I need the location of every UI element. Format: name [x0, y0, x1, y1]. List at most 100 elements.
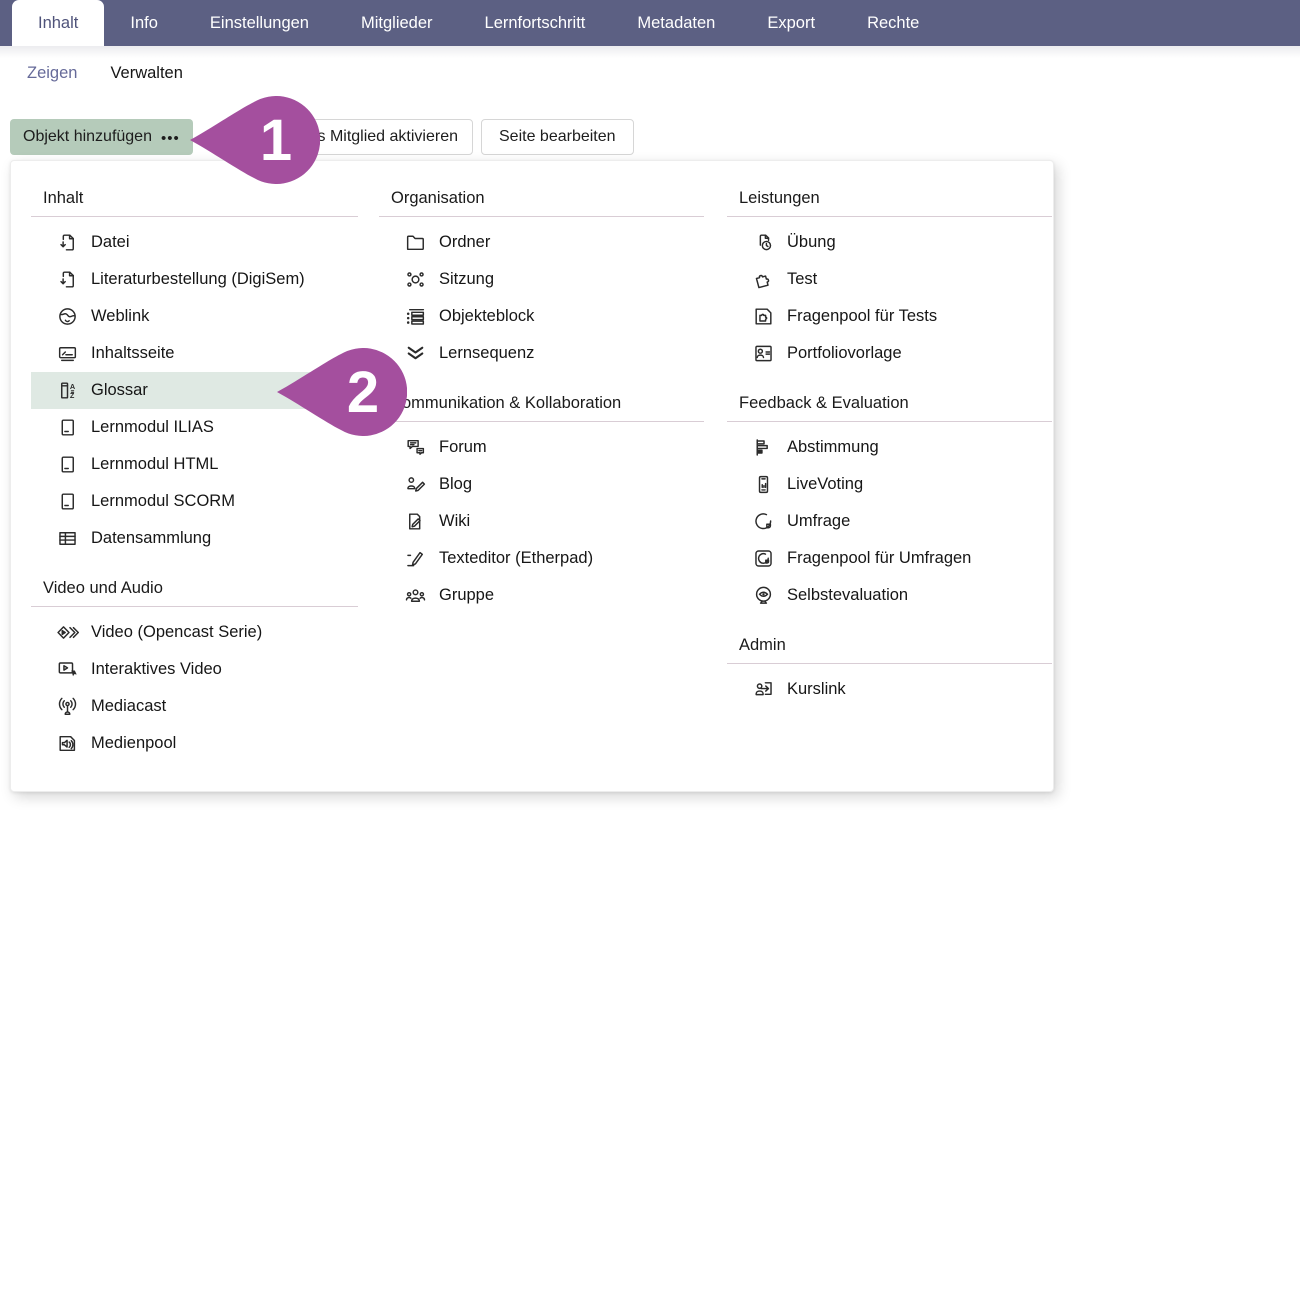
menu-item-abstimmung[interactable]: Abstimmung [727, 429, 1052, 466]
portfolio-template-icon [752, 342, 775, 365]
menu-item-video-opencast-serie[interactable]: Video (Opencast Serie) [31, 614, 358, 651]
menu-item-datensammlung[interactable]: Datensammlung [31, 520, 358, 557]
edit-page-button[interactable]: Seite bearbeiten [481, 119, 634, 155]
menu-item-forum[interactable]: Forum [379, 429, 704, 466]
menu-item-label: Fragenpool für Tests [787, 307, 937, 326]
menu-item-inhaltsseite[interactable]: Inhaltsseite [31, 335, 358, 372]
menu-item-medienpool[interactable]: Medienpool [31, 725, 358, 762]
menu-item-selbstevaluation[interactable]: Selbstevaluation [727, 577, 1052, 614]
puzzle-icon [752, 268, 775, 291]
menu-item-kurslink[interactable]: Kurslink [727, 671, 1052, 708]
dropdown-column-2: Organisation Ordner Sitzung Objekteblock Ler… [379, 181, 704, 614]
menu-item-objekteblock[interactable]: Objekteblock [379, 298, 704, 335]
menu-item-label: Medienpool [91, 734, 176, 753]
menu-item-interaktives-video[interactable]: Interaktives Video [31, 651, 358, 688]
menu-item-portfoliovorlage[interactable]: Portfoliovorlage [727, 335, 1052, 372]
exercise-icon [752, 231, 775, 254]
dropdown-column-3: LeistungenÜbungTestFragenpool für TestsP… [727, 181, 1052, 708]
course-link-icon [752, 678, 775, 701]
tab-info[interactable]: Info [104, 0, 184, 46]
menu-item-label: Objekteblock [439, 307, 534, 326]
menu-item-ordner[interactable]: Ordner [379, 224, 704, 261]
menu-section-video-und-audio: Video und Audio Video (Opencast Serie) Int… [31, 571, 358, 762]
menu-item-sitzung[interactable]: Sitzung [379, 261, 704, 298]
wiki-icon [404, 510, 427, 533]
menu-item-livevoting[interactable]: LiveVoting [727, 466, 1052, 503]
activate-as-member-button[interactable]: s Mitglied aktivieren [285, 119, 473, 155]
menu-item-wiki[interactable]: Wiki [379, 503, 704, 540]
menu-item-label: Wiki [439, 512, 470, 531]
session-icon [404, 268, 427, 291]
opencast-video-icon [56, 621, 79, 644]
forum-icon [404, 436, 427, 459]
question-pool-test-icon [752, 305, 775, 328]
interactive-video-icon [56, 658, 79, 681]
menu-item-lernmodul-scorm[interactable]: Lernmodul SCORM [31, 483, 358, 520]
menu-item-label: Fragenpool für Umfragen [787, 549, 971, 568]
menu-item-datei[interactable]: Datei [31, 224, 358, 261]
menu-item-lernsequenz[interactable]: Lernsequenz [379, 335, 704, 372]
subnav-verwalten[interactable]: Verwalten [110, 64, 182, 83]
menu-item-mediacast[interactable]: Mediacast [31, 688, 358, 725]
menu-item-label: Übung [787, 233, 836, 252]
tab-rechte[interactable]: Rechte [841, 0, 945, 46]
menu-item-umfrage[interactable]: Umfrage [727, 503, 1052, 540]
content-page-icon [56, 342, 79, 365]
file-download-icon [56, 268, 79, 291]
poll-icon [752, 436, 775, 459]
edit-page-label: Seite bearbeiten [499, 128, 616, 146]
tab-export[interactable]: Export [741, 0, 841, 46]
menu-item-label: Test [787, 270, 817, 289]
menu-item-texteditor-etherpad[interactable]: Texteditor (Etherpad) [379, 540, 704, 577]
self-evaluation-icon [752, 584, 775, 607]
menu-item-label: Gruppe [439, 586, 494, 605]
menu-item-label: Umfrage [787, 512, 850, 531]
tab-einstellungen[interactable]: Einstellungen [184, 0, 335, 46]
section-title-kommunikation-kollaboration: Kommunikation & Kollaboration [379, 386, 704, 422]
menu-item-label: Kurslink [787, 680, 846, 699]
menu-item-label: Interaktives Video [91, 660, 222, 679]
menu-item-literaturbestellung-digisem[interactable]: Literaturbestellung (DigiSem) [31, 261, 358, 298]
section-title-admin: Admin [727, 628, 1052, 664]
menu-item-label: Lernsequenz [439, 344, 534, 363]
add-object-button[interactable]: Objekt hinzufügen ••• [10, 119, 193, 155]
question-pool-survey-icon [752, 547, 775, 570]
menu-item-label: Lernmodul ILIAS [91, 418, 214, 437]
menu-item-label: LiveVoting [787, 475, 863, 494]
section-title-video-und-audio: Video und Audio [31, 571, 358, 607]
menu-section-feedback-evaluation: Feedback & Evaluation Abstimmung LiveVotin… [727, 386, 1052, 614]
menu-item-label: Datensammlung [91, 529, 211, 548]
broadcast-icon [56, 695, 79, 718]
menu-item-uebung[interactable]: Übung [727, 224, 1052, 261]
activate-as-member-label: s Mitglied aktivieren [318, 128, 459, 146]
tab-mitglieder[interactable]: Mitglieder [335, 0, 459, 46]
menu-item-glossar[interactable]: AZGlossar [31, 372, 358, 409]
data-table-icon [56, 527, 79, 550]
menu-item-label: Weblink [91, 307, 149, 326]
live-voting-icon [752, 473, 775, 496]
tab-lernfortschritt[interactable]: Lernfortschritt [459, 0, 612, 46]
menu-item-lernmodul-html[interactable]: Lernmodul HTML [31, 446, 358, 483]
menu-item-label: Sitzung [439, 270, 494, 289]
tab-metadaten[interactable]: Metadaten [611, 0, 741, 46]
sub-navigation: Zeigen Verwalten [27, 64, 183, 83]
menu-item-label: Inhaltsseite [91, 344, 174, 363]
menu-item-label: Abstimmung [787, 438, 879, 457]
menu-item-weblink[interactable]: Weblink [31, 298, 358, 335]
menu-item-test[interactable]: Test [727, 261, 1052, 298]
menu-item-lernmodul-ilias[interactable]: Lernmodul ILIAS [31, 409, 358, 446]
text-editor-icon [404, 547, 427, 570]
menu-item-fragenpool-fuer-tests[interactable]: Fragenpool für Tests [727, 298, 1052, 335]
menu-item-label: Selbstevaluation [787, 586, 908, 605]
section-title-organisation: Organisation [379, 181, 704, 217]
subnav-zeigen[interactable]: Zeigen [27, 64, 77, 83]
menu-item-blog[interactable]: Blog [379, 466, 704, 503]
menu-section-leistungen: LeistungenÜbungTestFragenpool für TestsP… [727, 181, 1052, 372]
menu-item-fragenpool-fuer-umfragen[interactable]: Fragenpool für Umfragen [727, 540, 1052, 577]
menu-item-gruppe[interactable]: Gruppe [379, 577, 704, 614]
add-object-dropdown: Inhalt DateiLiteraturbestellung (DigiSem)… [10, 160, 1054, 792]
tab-inhalt[interactable]: Inhalt [12, 0, 104, 46]
learning-module-icon [56, 490, 79, 513]
section-title-inhalt: Inhalt [31, 181, 358, 217]
section-title-feedback-evaluation: Feedback & Evaluation [727, 386, 1052, 422]
